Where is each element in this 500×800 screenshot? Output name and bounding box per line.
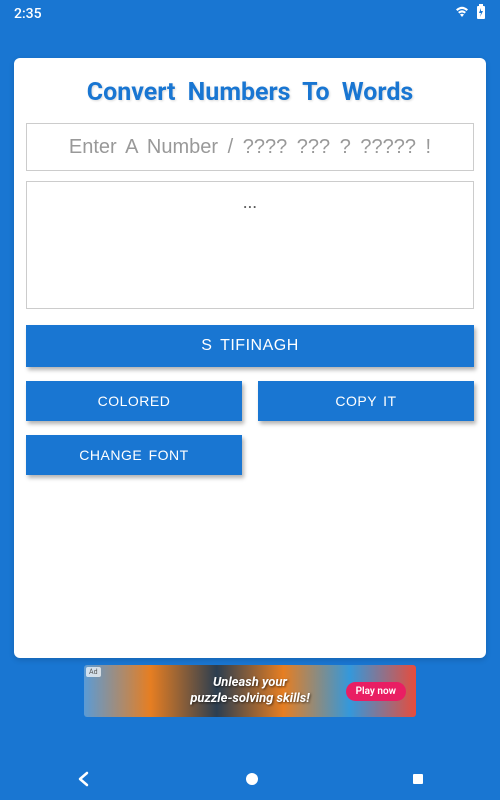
ad-banner[interactable]: Ad Unleash your puzzle-solving skills! P… [84, 665, 416, 717]
change-font-button[interactable]: CHANGE FONT [26, 435, 242, 475]
status-icons [454, 4, 486, 24]
colored-button[interactable]: COLORED [26, 381, 242, 421]
nav-back-icon[interactable] [74, 769, 94, 789]
status-bar: 2:35 [0, 0, 500, 28]
button-row: COLORED COPY IT [26, 381, 474, 421]
nav-bar [0, 758, 500, 800]
ad-text-line2: puzzle-solving skills! [190, 691, 309, 707]
ad-play-button[interactable]: Play now [346, 682, 406, 701]
number-input[interactable] [26, 123, 474, 171]
ad-text-line1: Unleash your [190, 675, 309, 691]
tifinagh-button[interactable]: S TIFINAGH [26, 325, 474, 367]
output-area: ... [26, 181, 474, 309]
copy-button[interactable]: COPY IT [258, 381, 474, 421]
nav-recent-icon[interactable] [410, 771, 426, 787]
wifi-icon [454, 5, 470, 23]
nav-home-icon[interactable] [243, 770, 261, 788]
status-time: 2:35 [14, 6, 42, 22]
ad-badge: Ad [86, 667, 101, 677]
main-card: Convert Numbers To Words ... S TIFINAGH … [14, 58, 486, 658]
page-title: Convert Numbers To Words [26, 70, 474, 123]
battery-icon [476, 4, 486, 24]
ad-text: Unleash your puzzle-solving skills! [190, 675, 309, 706]
